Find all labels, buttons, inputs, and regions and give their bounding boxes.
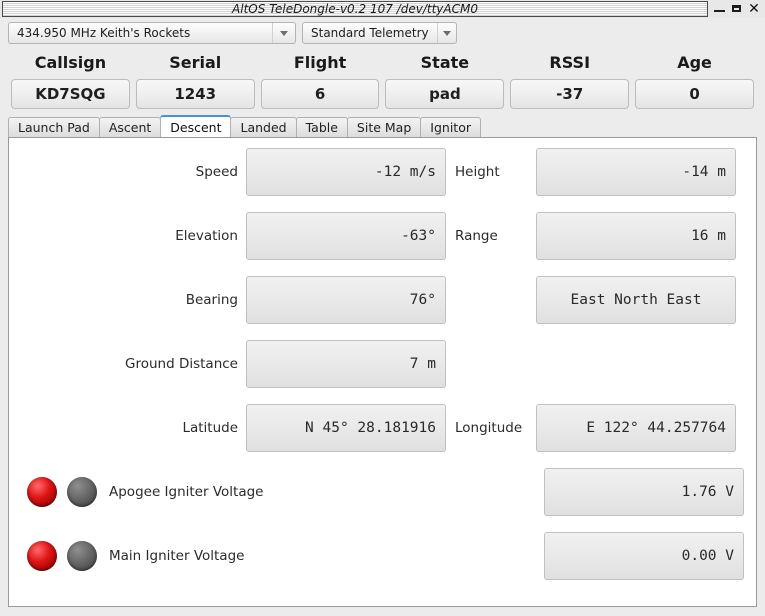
status-value-age: 0 (635, 79, 754, 109)
title-bar-drag-area[interactable]: AltOS TeleDongle-v0.2 107 /dev/ttyACM0 (2, 1, 708, 17)
chevron-down-icon (280, 30, 288, 36)
field-elevation[interactable]: -63° (246, 212, 446, 260)
tab-launch-pad[interactable]: Launch Pad (8, 117, 100, 137)
frequency-select-arrow[interactable] (272, 23, 295, 43)
window-controls: ✕ (708, 1, 763, 17)
status-cell-age: Age 0 (632, 49, 757, 109)
row-main-igniter: Main Igniter Voltage 0.00 V (9, 524, 756, 588)
main-igniter-led-red-icon (27, 541, 57, 571)
status-label-age: Age (677, 53, 712, 72)
label-range: Range (455, 228, 498, 244)
telemetry-select[interactable]: Standard Telemetry (302, 22, 457, 44)
status-header: Callsign KD7SQG Serial 1243 Flight 6 Sta… (0, 47, 765, 115)
field-speed[interactable]: -12 m/s (246, 148, 446, 196)
status-value-state: pad (385, 79, 505, 109)
apogee-igniter-led-gray-icon (67, 477, 97, 507)
tab-ignitor[interactable]: Ignitor (420, 117, 481, 137)
status-value-rssi: -37 (510, 79, 630, 109)
main-igniter-led-gray-icon (67, 541, 97, 571)
status-label-callsign: Callsign (34, 53, 107, 72)
field-bearing[interactable]: 76° (246, 276, 446, 324)
status-cell-state: State pad (382, 49, 507, 109)
label-bearing: Bearing (185, 292, 238, 308)
maximize-icon[interactable] (731, 3, 743, 15)
altos-main-window: AltOS TeleDongle-v0.2 107 /dev/ttyACM0 ✕… (0, 0, 765, 616)
status-value-serial: 1243 (135, 79, 255, 109)
telemetry-select-value: Standard Telemetry (311, 26, 429, 40)
tab-content-wrapper: Speed -12 m/s Height -14 m Elevation -63… (0, 137, 765, 616)
label-elevation: Elevation (175, 228, 238, 244)
descent-rows: Speed -12 m/s Height -14 m Elevation -63… (9, 138, 756, 606)
status-label-flight: Flight (293, 53, 347, 72)
field-range[interactable]: 16 m (536, 212, 736, 260)
tab-table[interactable]: Table (295, 117, 348, 137)
field-latitude[interactable]: N 45° 28.181916 (246, 404, 446, 452)
row-latitude-longitude: Latitude N 45° 28.181916 Longitude E 122… (9, 396, 756, 460)
tab-bar: Launch Pad Ascent Descent Landed Table S… (0, 115, 765, 137)
row-apogee-igniter: Apogee Igniter Voltage 1.76 V (9, 460, 756, 524)
status-label-state: State (420, 53, 470, 72)
main-igniter-leds (9, 541, 97, 571)
status-label-row: Callsign KD7SQG Serial 1243 Flight 6 Sta… (8, 49, 757, 109)
label-apogee-igniter-voltage: Apogee Igniter Voltage (109, 484, 264, 500)
status-value-flight: 6 (260, 79, 380, 109)
apogee-igniter-leds (9, 477, 97, 507)
field-ground-distance[interactable]: 7 m (246, 340, 446, 388)
status-value-callsign: KD7SQG (11, 79, 130, 109)
label-main-igniter-voltage: Main Igniter Voltage (109, 548, 245, 564)
title-bar: AltOS TeleDongle-v0.2 107 /dev/ttyACM0 ✕ (0, 0, 765, 18)
telemetry-select-arrow[interactable] (436, 23, 456, 43)
label-longitude: Longitude (455, 420, 523, 436)
tab-site-map[interactable]: Site Map (346, 117, 422, 137)
field-height[interactable]: -14 m (536, 148, 736, 196)
frequency-select[interactable]: 434.950 MHz Keith's Rockets (8, 22, 296, 44)
field-longitude[interactable]: E 122° 44.257764 (536, 404, 736, 452)
row-speed-height: Speed -12 m/s Height -14 m (9, 140, 756, 204)
status-cell-flight: Flight 6 (258, 49, 383, 109)
label-speed: Speed (195, 164, 238, 180)
row-bearing-direction: Bearing 76° East North East (9, 268, 756, 332)
label-height: Height (455, 164, 500, 180)
row-elevation-range: Elevation -63° Range 16 m (9, 204, 756, 268)
row-ground-distance: Ground Distance 7 m (9, 332, 756, 396)
frequency-select-value: 434.950 MHz Keith's Rockets (17, 26, 191, 40)
field-apogee-igniter-voltage[interactable]: 1.76 V (544, 468, 744, 516)
field-main-igniter-voltage[interactable]: 0.00 V (544, 532, 744, 580)
minimize-icon[interactable] (714, 3, 726, 15)
status-cell-rssi: RSSI -37 (507, 49, 632, 109)
apogee-igniter-led-red-icon (27, 477, 57, 507)
tab-landed[interactable]: Landed (230, 117, 297, 137)
tab-descent[interactable]: Descent (160, 115, 232, 137)
field-bearing-direction[interactable]: East North East (536, 276, 736, 324)
status-label-rssi: RSSI (549, 53, 591, 72)
label-ground-distance: Ground Distance (125, 356, 238, 372)
label-latitude: Latitude (182, 420, 238, 436)
chevron-down-icon (442, 30, 451, 36)
status-cell-callsign: Callsign KD7SQG (8, 49, 133, 109)
window-title: AltOS TeleDongle-v0.2 107 /dev/ttyACM0 (232, 2, 478, 16)
toolbar: 434.950 MHz Keith's Rockets Standard Tel… (0, 18, 765, 47)
descent-panel: Speed -12 m/s Height -14 m Elevation -63… (8, 137, 757, 607)
status-cell-serial: Serial 1243 (133, 49, 258, 109)
tab-ascent[interactable]: Ascent (98, 117, 162, 137)
close-icon[interactable]: ✕ (748, 2, 760, 16)
status-label-serial: Serial (169, 53, 222, 72)
